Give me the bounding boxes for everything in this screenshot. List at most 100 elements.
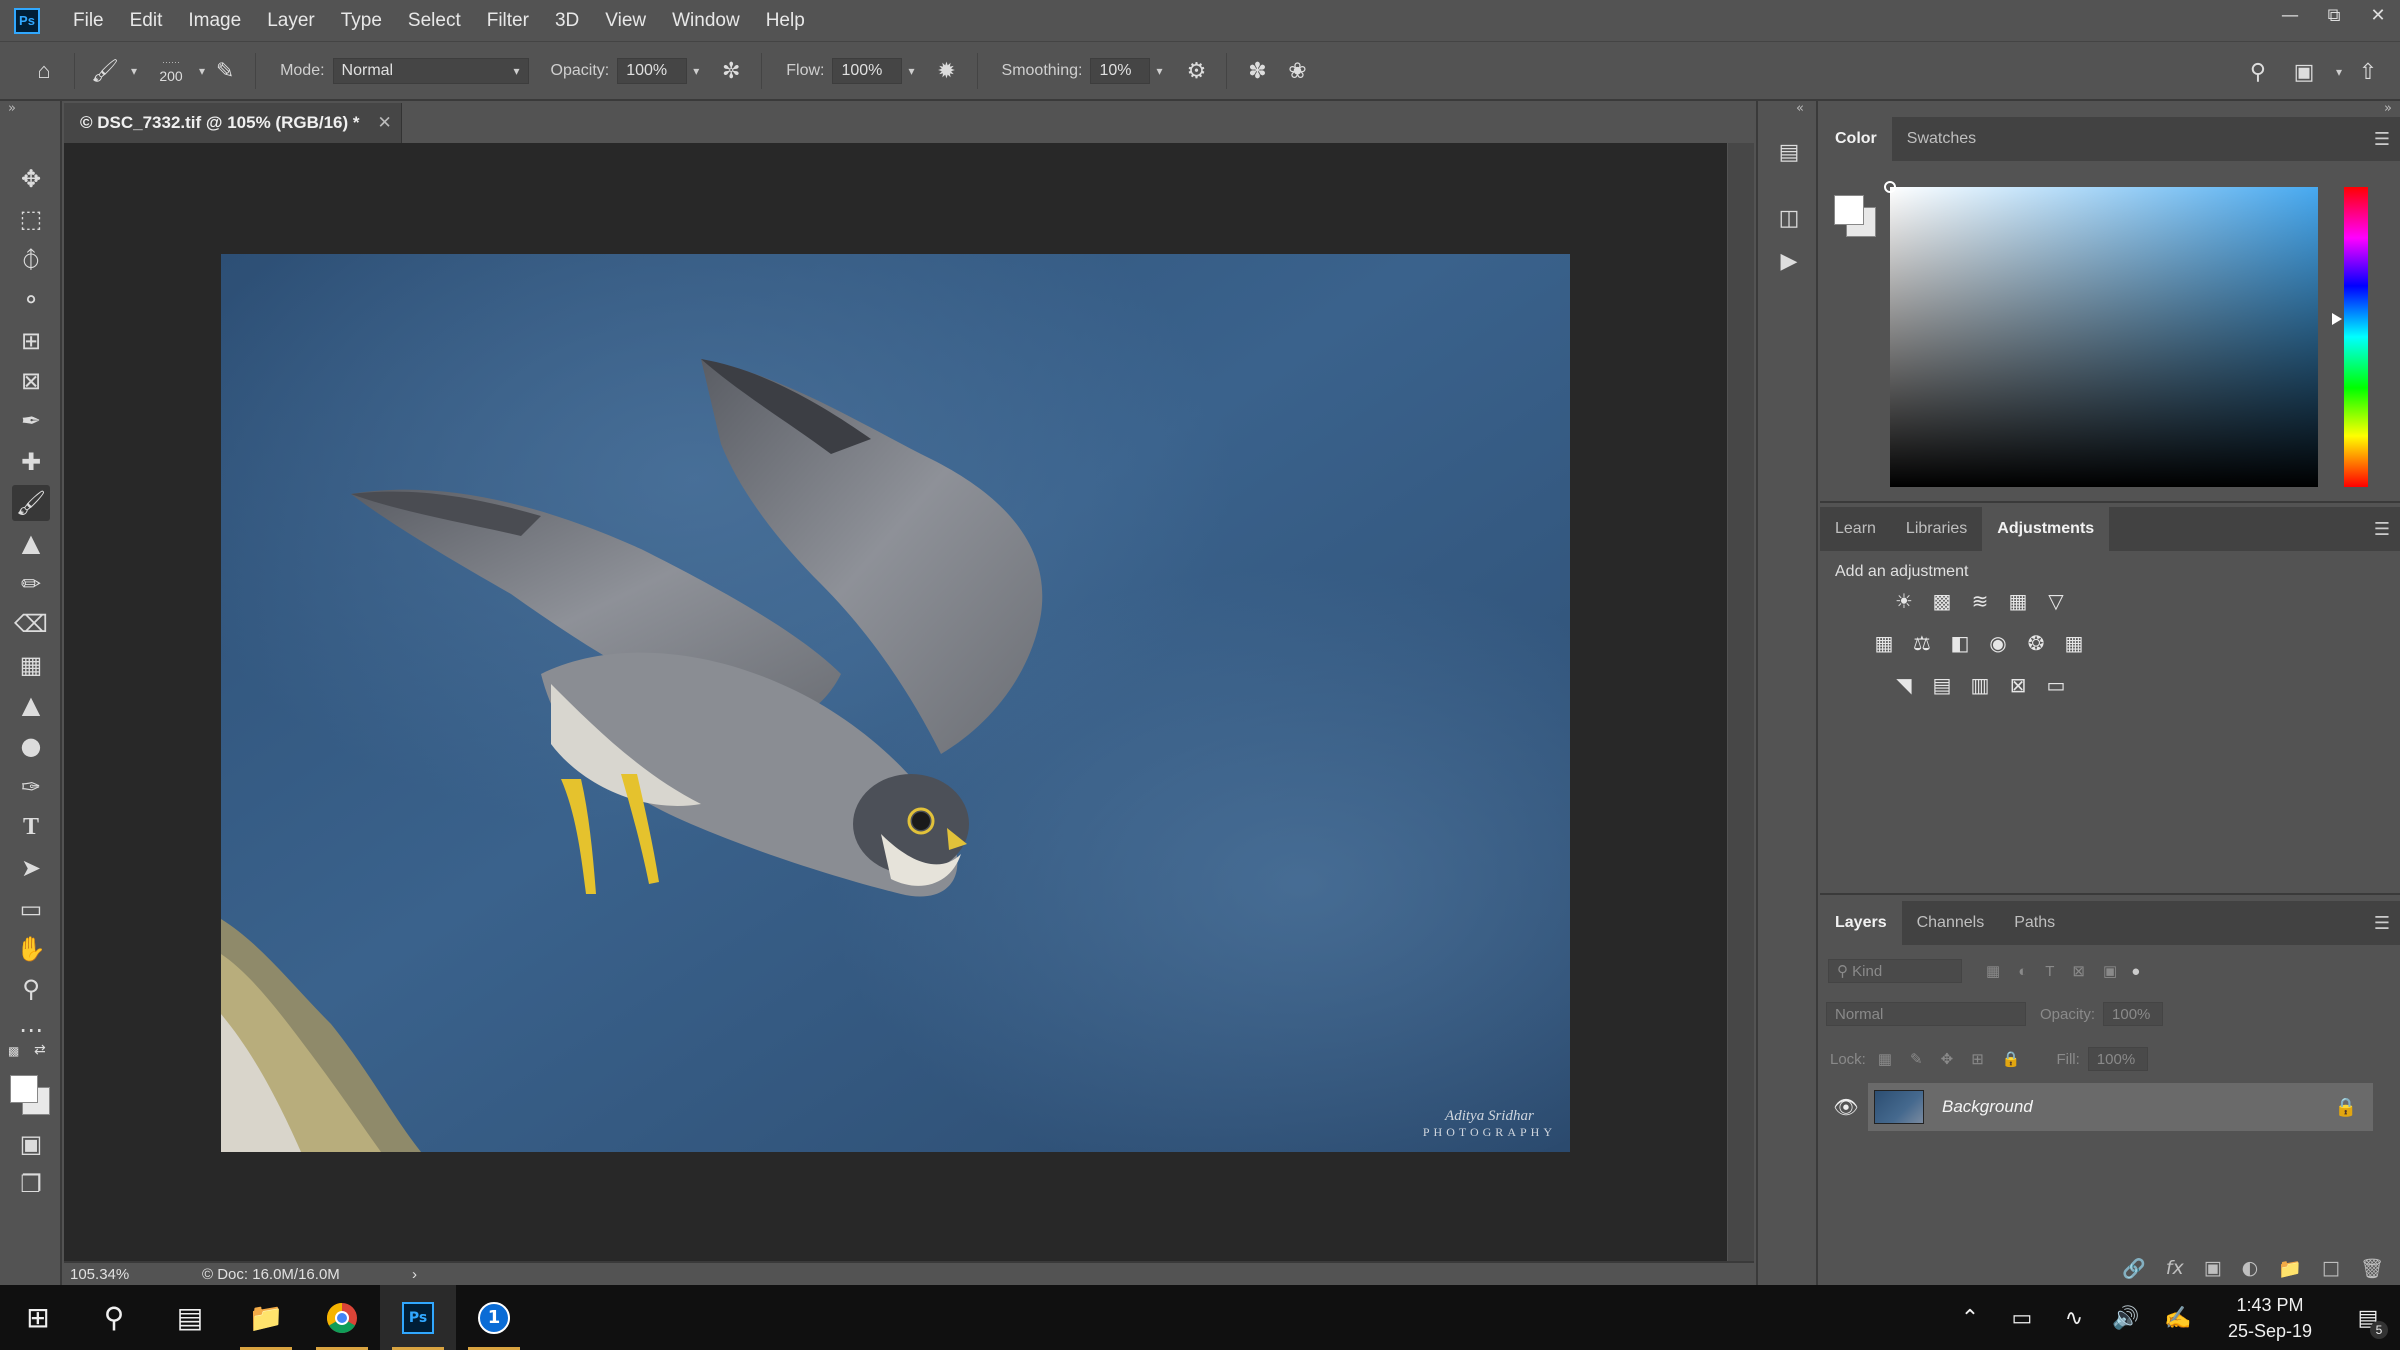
fill-field[interactable]: 100%: [2087, 1047, 2148, 1071]
chrome-icon[interactable]: [304, 1285, 380, 1350]
tab-color[interactable]: Color: [1820, 117, 1892, 161]
clone-stamp-tool-icon[interactable]: ▲: [12, 525, 50, 561]
history-brush-tool-icon[interactable]: ✏: [12, 566, 50, 602]
pressure-size-icon[interactable]: ✽: [1237, 51, 1277, 91]
workspace-icon[interactable]: ▣: [2284, 52, 2324, 92]
filter-smart-object-icon[interactable]: ▣: [2103, 962, 2117, 980]
layer-filter-select[interactable]: ⚲ Kind: [1828, 959, 1962, 983]
filter-shape-icon[interactable]: ⊠: [2072, 962, 2085, 980]
play-icon[interactable]: ▶: [1774, 246, 1804, 276]
chevron-down-icon[interactable]: ▾: [1156, 64, 1162, 78]
menu-type[interactable]: Type: [328, 10, 395, 32]
channel-mixer-icon[interactable]: ❂: [2022, 629, 2050, 657]
brush-settings-icon[interactable]: ✎: [205, 51, 245, 91]
brush-tool-icon[interactable]: 🖌: [12, 485, 50, 521]
menu-layer[interactable]: Layer: [254, 10, 328, 32]
menu-view[interactable]: View: [592, 10, 659, 32]
panel-menu-icon[interactable]: ☰: [2374, 913, 2390, 934]
selective-color-icon[interactable]: ⊠: [2004, 671, 2032, 699]
foreground-color-swatch[interactable]: [10, 1075, 38, 1103]
path-selection-tool-icon[interactable]: ➤: [12, 850, 50, 886]
vibrance-icon[interactable]: ▽: [2042, 587, 2070, 615]
hue-slider-handle[interactable]: [2332, 313, 2342, 325]
color-picker-field[interactable]: [1890, 187, 2318, 487]
airbrush-icon[interactable]: ✹: [927, 51, 967, 91]
black-white-icon[interactable]: ◧: [1946, 629, 1974, 657]
chevron-up-icon[interactable]: ⌃: [1944, 1305, 1996, 1331]
status-menu-arrow[interactable]: ›: [412, 1266, 417, 1283]
layer-opacity-field[interactable]: 100%: [2103, 1002, 2164, 1026]
healing-brush-tool-icon[interactable]: ✚: [12, 444, 50, 480]
properties-icon[interactable]: ▤: [1774, 137, 1804, 167]
quick-mask-icon[interactable]: ▣: [12, 1126, 50, 1162]
photoshop-taskbar-icon[interactable]: Ps: [380, 1285, 456, 1350]
eye-icon[interactable]: 👁: [1832, 1093, 1860, 1121]
menu-3d[interactable]: 3D: [542, 10, 592, 32]
task-view-icon[interactable]: ▤: [152, 1285, 228, 1350]
frame-tool-icon[interactable]: ⊠: [12, 363, 50, 399]
restore-button[interactable]: ⧉: [2312, 0, 2356, 30]
tab-adjustments[interactable]: Adjustments: [1982, 507, 2110, 551]
hue-slider[interactable]: [2344, 187, 2368, 487]
adjustment-layer-icon[interactable]: ◐: [2242, 1257, 2259, 1279]
volume-icon[interactable]: 🔊: [2100, 1305, 2152, 1331]
color-lookup-icon[interactable]: ▦: [2060, 629, 2088, 657]
type-tool-icon[interactable]: T: [12, 809, 50, 845]
threshold-icon[interactable]: ▥: [1966, 671, 1994, 699]
tab-layers[interactable]: Layers: [1820, 901, 1902, 945]
panel-menu-icon[interactable]: ☰: [2374, 129, 2390, 150]
brush-preset-icon[interactable]: 🖌: [85, 51, 125, 91]
eraser-tool-icon[interactable]: ⌫: [12, 606, 50, 642]
menu-select[interactable]: Select: [395, 10, 474, 32]
expand-icon[interactable]: «: [1796, 101, 1804, 116]
file-explorer-icon[interactable]: 📁: [228, 1285, 304, 1350]
tab-paths[interactable]: Paths: [1999, 901, 2070, 945]
foreground-swatch[interactable]: [1834, 195, 1864, 225]
pen-icon[interactable]: ✍: [2152, 1305, 2204, 1331]
color-balance-icon[interactable]: ⚖: [1908, 629, 1936, 657]
clock[interactable]: 1:43 PM 25-Sep-19: [2204, 1292, 2336, 1344]
new-group-icon[interactable]: 📁: [2278, 1257, 2302, 1280]
minimize-button[interactable]: —: [2268, 0, 2312, 30]
levels-icon[interactable]: ▩: [1928, 587, 1956, 615]
brush-size-preview[interactable]: ⋯⋯ 200: [149, 57, 193, 84]
menu-edit[interactable]: Edit: [117, 10, 176, 32]
lock-transparent-icon[interactable]: ▦: [1878, 1050, 1892, 1068]
brightness-contrast-icon[interactable]: ☀: [1890, 587, 1918, 615]
chevron-down-icon[interactable]: ▾: [2336, 65, 2342, 79]
photo-filter-icon[interactable]: ◉: [1984, 629, 2012, 657]
default-colors-icon[interactable]: ▩: [8, 1044, 19, 1058]
flow-field[interactable]: 100%: [832, 57, 903, 84]
lock-icon[interactable]: 🔒: [2335, 1097, 2357, 1118]
tab-channels[interactable]: Channels: [1902, 901, 2000, 945]
delete-layer-icon[interactable]: 🗑: [2360, 1257, 2384, 1280]
lasso-tool-icon[interactable]: ⦽: [12, 241, 50, 277]
lock-pixels-icon[interactable]: ✎: [1910, 1050, 1923, 1068]
collapse-panels-icon[interactable]: »: [2384, 101, 2392, 116]
pressure-opacity-icon[interactable]: ✼: [711, 51, 751, 91]
blur-tool-icon[interactable]: ▲: [12, 687, 50, 723]
pen-tool-icon[interactable]: ✑: [12, 769, 50, 805]
screen-mode-icon[interactable]: ❐: [12, 1166, 50, 1202]
posterize-icon[interactable]: ▤: [1928, 671, 1956, 699]
gear-icon[interactable]: ⚙: [1176, 51, 1216, 91]
gradient-map-icon[interactable]: ▭: [2042, 671, 2070, 699]
tab-libraries[interactable]: Libraries: [1891, 507, 1982, 551]
invert-icon[interactable]: ◥: [1890, 671, 1918, 699]
start-button-icon[interactable]: ⊞: [0, 1285, 76, 1350]
layer-name[interactable]: Background: [1942, 1097, 2033, 1117]
rectangle-tool-icon[interactable]: ▭: [12, 891, 50, 927]
lock-artboard-icon[interactable]: ⊞: [1971, 1050, 1984, 1068]
menu-filter[interactable]: Filter: [474, 10, 542, 32]
zoom-tool-icon[interactable]: ⚲: [12, 971, 50, 1007]
layer-style-icon[interactable]: fx: [2166, 1257, 2184, 1279]
password-manager-icon[interactable]: 1: [456, 1285, 532, 1350]
gradient-tool-icon[interactable]: ▦: [12, 647, 50, 683]
hue-saturation-icon[interactable]: ▦: [1870, 629, 1898, 657]
filter-type-icon[interactable]: T: [2045, 963, 2054, 980]
share-icon[interactable]: ⇧: [2348, 52, 2388, 92]
swap-colors-icon[interactable]: ⇄: [34, 1042, 46, 1058]
search-icon[interactable]: ⚲: [2238, 52, 2278, 92]
curves-icon[interactable]: ≋: [1966, 587, 1994, 615]
home-icon[interactable]: ⌂: [24, 51, 64, 91]
